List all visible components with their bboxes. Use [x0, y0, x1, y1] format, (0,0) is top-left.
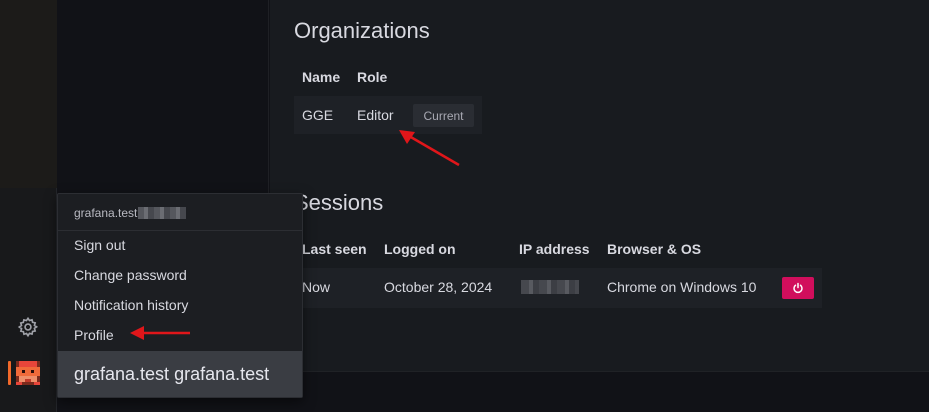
sessions-column-logged-on: Logged on [384, 241, 456, 257]
sessions-column-last-seen: Last seen [302, 241, 367, 257]
revoke-session-button[interactable] [782, 277, 814, 299]
main-content [270, 0, 929, 372]
power-icon [793, 282, 803, 294]
session-last-seen: Now [302, 279, 331, 295]
configuration-button[interactable] [15, 314, 41, 340]
sessions-column-browser: Browser & OS [607, 241, 702, 257]
sessions-column-ip-address: IP address [519, 241, 590, 257]
dropdown-divider [58, 230, 302, 231]
gear-icon [17, 316, 39, 338]
sidemenu-top-panel [0, 0, 57, 188]
profile-avatar-button[interactable] [0, 350, 57, 398]
active-indicator [8, 361, 11, 385]
annotation-arrow-profile [130, 326, 190, 340]
session-logged-on: October 28, 2024 [384, 279, 493, 295]
session-browser: Chrome on Windows 10 [607, 279, 757, 295]
org-name: GGE [302, 107, 334, 123]
org-column-name: Name [302, 69, 341, 85]
session-ip-redacted [521, 280, 579, 294]
sidemenu [0, 0, 57, 412]
dropdown-header: grafana.test [74, 206, 187, 220]
dropdown-username: grafana.test [74, 206, 138, 220]
annotation-arrow-editor [399, 130, 460, 167]
organizations-title: Organizations [294, 18, 430, 43]
org-column-role: Role [357, 69, 388, 85]
profile-dropdown-menu: grafana.test Sign out Change password No… [57, 193, 303, 398]
sessions-title: Sessions [294, 190, 384, 215]
menu-item-sign-out[interactable]: Sign out [74, 237, 125, 253]
menu-item-notification-history[interactable]: Notification history [74, 297, 188, 313]
username-redacted [138, 207, 187, 219]
current-org-badge: Current [413, 104, 474, 127]
dropdown-footer-user[interactable]: grafana.test grafana.test [58, 351, 302, 397]
avatar-icon [16, 361, 40, 385]
org-role: Editor [357, 107, 394, 123]
menu-item-profile[interactable]: Profile [74, 327, 114, 343]
menu-item-change-password[interactable]: Change password [74, 267, 187, 283]
